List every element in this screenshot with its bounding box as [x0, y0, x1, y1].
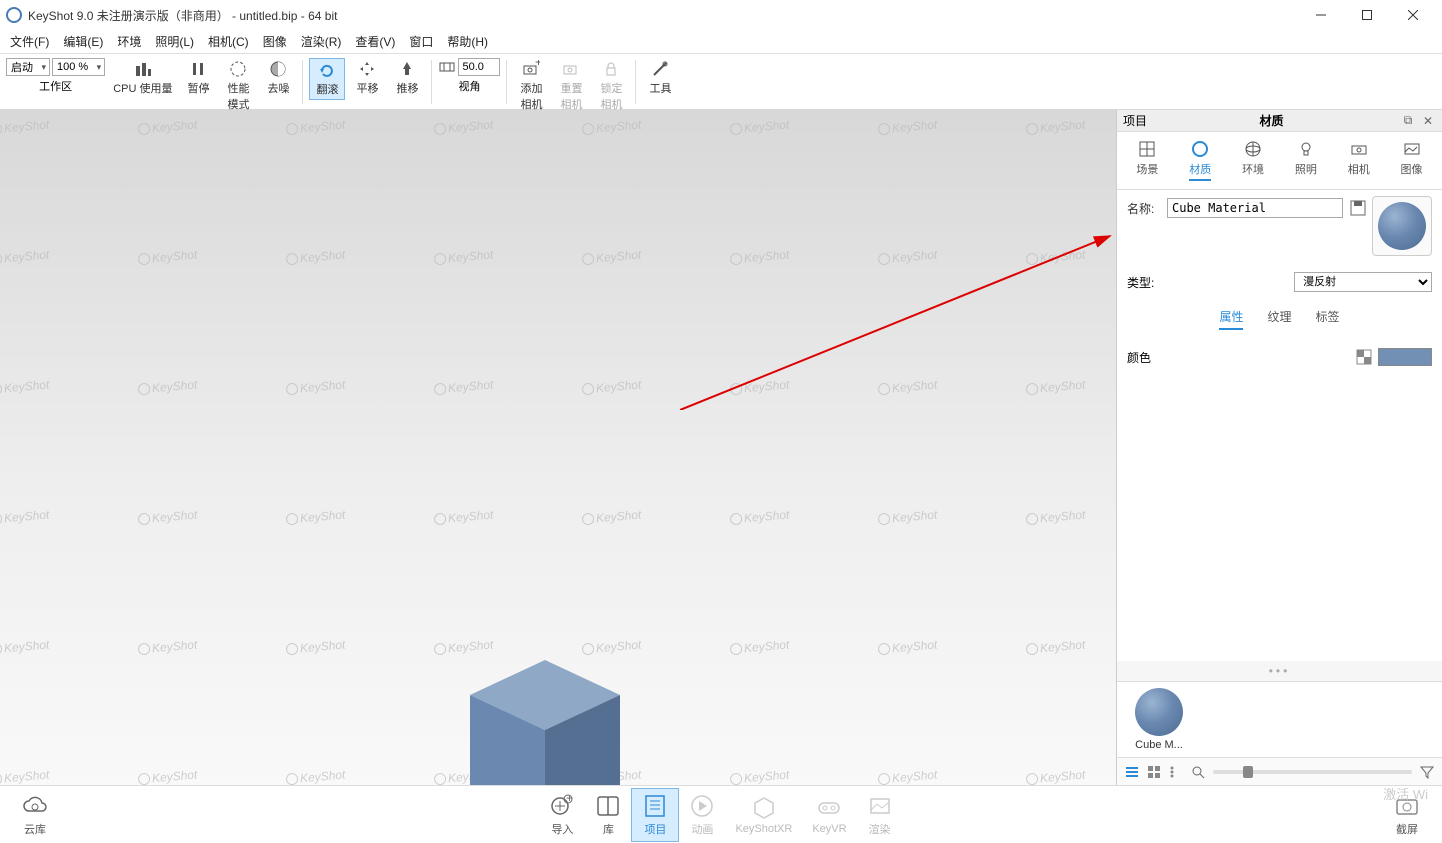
tab-scene[interactable]: 场景: [1130, 138, 1164, 183]
add-camera-button[interactable]: + 添加 相机: [513, 58, 549, 114]
pause-button[interactable]: 暂停: [180, 58, 216, 98]
toolbar-separator: [431, 60, 432, 104]
material-thumb[interactable]: Cube M...: [1123, 688, 1195, 751]
color-label: 颜色: [1127, 349, 1151, 366]
color-swatch[interactable]: [1378, 348, 1432, 366]
fov-label: 视角: [458, 78, 480, 94]
titlebar: KeyShot 9.0 未注册演示版（非商用） - untitled.bip -…: [0, 0, 1442, 30]
panel-header: 项目 材质 ⧉ ✕: [1117, 110, 1442, 132]
menu-file[interactable]: 文件(F): [6, 31, 53, 52]
subtab-properties[interactable]: 属性: [1219, 308, 1243, 330]
menu-render[interactable]: 渲染(R): [297, 31, 346, 52]
cpu-usage-button[interactable]: CPU 使用量: [109, 58, 176, 98]
maximize-button[interactable]: [1344, 0, 1390, 30]
material-type-select[interactable]: 漫反射: [1294, 272, 1432, 292]
panel-resize-grip[interactable]: •••: [1117, 661, 1442, 681]
close-button[interactable]: [1390, 0, 1436, 30]
performance-button[interactable]: 性能 模式: [220, 58, 256, 114]
animation-button[interactable]: 动画: [679, 789, 725, 841]
panel-body: 名称: 类型: 漫反射 属性 纹理 标签 颜色: [1117, 190, 1442, 661]
pan-button[interactable]: 平移: [349, 58, 385, 98]
sphere-icon: [1135, 688, 1183, 736]
save-icon[interactable]: [1349, 199, 1367, 217]
fov-input[interactable]: 50.0: [458, 58, 500, 76]
panel-title: 材质: [1147, 112, 1396, 129]
window-title: KeyShot 9.0 未注册演示版（非商用） - untitled.bip -…: [28, 7, 337, 24]
render-button[interactable]: 渲染: [857, 789, 903, 841]
tab-material[interactable]: 材质: [1183, 138, 1217, 183]
toolbar-separator: [506, 60, 507, 104]
zoom-slider[interactable]: [1213, 770, 1412, 774]
project-button[interactable]: 项目: [631, 788, 679, 842]
svg-text:+: +: [535, 60, 540, 69]
menu-edit[interactable]: 编辑(E): [59, 31, 107, 52]
toolbar-separator: [302, 60, 303, 104]
keyshotxr-button[interactable]: KeyShotXR: [725, 791, 802, 839]
dolly-button[interactable]: 推移: [389, 58, 425, 98]
tab-environment[interactable]: 环境: [1236, 138, 1270, 183]
minimize-button[interactable]: [1298, 0, 1344, 30]
library-button[interactable]: 库: [585, 789, 631, 841]
cube-model[interactable]: [460, 650, 630, 785]
toolbar: 启动 100 % 工作区 CPU 使用量 暂停 性能 模式 去噪 翻滚 平移 推…: [0, 54, 1442, 110]
panel-popout-icon[interactable]: ⧉: [1400, 113, 1416, 129]
denoise-button[interactable]: 去噪: [260, 58, 296, 98]
menu-image[interactable]: 图像: [259, 31, 291, 52]
toolbar-separator: [635, 60, 636, 104]
tumble-button[interactable]: 翻滚: [309, 58, 345, 100]
cloud-library-button[interactable]: 云库: [12, 789, 58, 841]
view-grid-icon[interactable]: [1147, 765, 1161, 779]
sphere-icon: [1378, 202, 1426, 250]
window-controls: [1298, 0, 1436, 30]
subtab-texture[interactable]: 纹理: [1267, 308, 1291, 330]
workspace-label: 工作区: [39, 78, 72, 94]
menu-camera[interactable]: 相机(C): [204, 31, 253, 52]
menu-view[interactable]: 查看(V): [351, 31, 399, 52]
panel-tabs: 场景 材质 环境 照明 相机 图像: [1117, 132, 1442, 190]
material-subtabs: 属性 纹理 标签: [1127, 308, 1432, 330]
activation-watermark: 激活 Wi: [1383, 784, 1428, 803]
svg-text:+: +: [566, 793, 573, 805]
menu-help[interactable]: 帮助(H): [443, 31, 492, 52]
panel-project-label: 项目: [1123, 112, 1147, 129]
type-label: 类型:: [1127, 274, 1154, 291]
fov-icon: [438, 58, 456, 76]
subtab-label[interactable]: 标签: [1316, 308, 1340, 330]
app-icon: [6, 7, 22, 23]
tab-lighting[interactable]: 照明: [1289, 138, 1323, 183]
project-panel: 项目 材质 ⧉ ✕ 场景 材质 环境 照明 相机 图像 名称: 类型: 漫反射: [1116, 110, 1442, 785]
panel-close-icon[interactable]: ✕: [1420, 113, 1436, 129]
filter-icon[interactable]: [1420, 765, 1434, 779]
tab-camera[interactable]: 相机: [1342, 138, 1376, 183]
main-area: document.write(Array.from({length:6}).ma…: [0, 110, 1442, 785]
panel-footer: [1117, 757, 1442, 785]
material-preview[interactable]: [1372, 196, 1432, 256]
import-button[interactable]: + 导入: [539, 789, 585, 841]
menu-light[interactable]: 照明(L): [151, 31, 198, 52]
material-browser: Cube M...: [1117, 681, 1442, 757]
view-list-icon[interactable]: [1125, 765, 1139, 779]
zoom-combo[interactable]: 100 %: [52, 58, 105, 76]
lock-camera-button[interactable]: 锁定 相机: [593, 58, 629, 114]
reset-camera-button[interactable]: 重置 相机: [553, 58, 589, 114]
zoom-icon: [1191, 765, 1205, 779]
menubar: 文件(F) 编辑(E) 环境 照明(L) 相机(C) 图像 渲染(R) 查看(V…: [0, 30, 1442, 54]
tools-button[interactable]: 工具: [642, 58, 678, 98]
view-detail-icon[interactable]: [1169, 765, 1183, 779]
bottombar: 云库 + 导入 库 项目 动画 KeyShotXR KeyVR 渲染 截屏: [0, 785, 1442, 843]
startup-combo[interactable]: 启动: [6, 58, 50, 76]
material-name-input[interactable]: [1167, 198, 1343, 218]
menu-env[interactable]: 环境: [113, 31, 145, 52]
menu-window[interactable]: 窗口: [405, 31, 437, 52]
tab-image[interactable]: 图像: [1395, 138, 1429, 183]
viewport[interactable]: document.write(Array.from({length:6}).ma…: [0, 110, 1116, 785]
texture-icon[interactable]: [1356, 349, 1372, 365]
keyvr-button[interactable]: KeyVR: [802, 791, 856, 839]
name-label: 名称:: [1127, 200, 1161, 217]
